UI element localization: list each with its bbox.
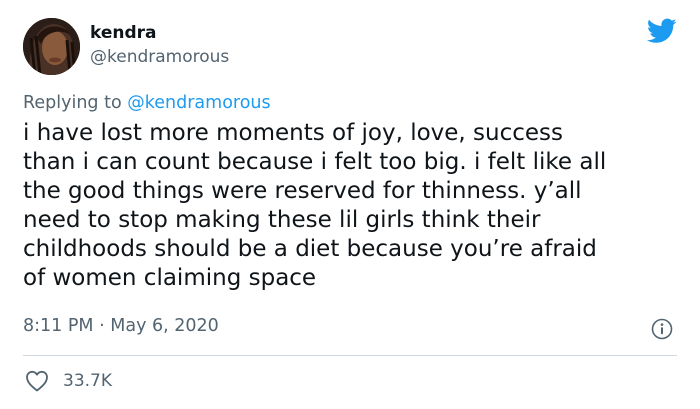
divider (23, 355, 677, 356)
tweet-timestamp[interactable]: 8:11 PM · May 6, 2020 (23, 316, 219, 336)
like-count: 33.7K (63, 371, 112, 391)
twitter-bird-icon[interactable] (647, 18, 677, 44)
info-icon[interactable] (651, 318, 673, 340)
replying-to-label: Replying to (23, 93, 122, 113)
avatar[interactable] (23, 18, 80, 75)
tweet-date: May 6, 2020 (110, 316, 219, 336)
heart-icon[interactable] (25, 370, 49, 392)
tweet-text: i have lost more moments of joy, love, s… (23, 120, 607, 291)
author-name[interactable]: kendra (90, 23, 157, 43)
tweet-time: 8:11 PM (23, 316, 94, 336)
timestamp-separator: · (99, 316, 105, 336)
reply-mention-link[interactable]: @kendramorous (127, 93, 270, 113)
like-button[interactable]: 33.7K (25, 370, 112, 392)
author-handle[interactable]: @kendramorous (90, 47, 229, 67)
replying-to: Replying to @kendramorous (23, 93, 271, 113)
